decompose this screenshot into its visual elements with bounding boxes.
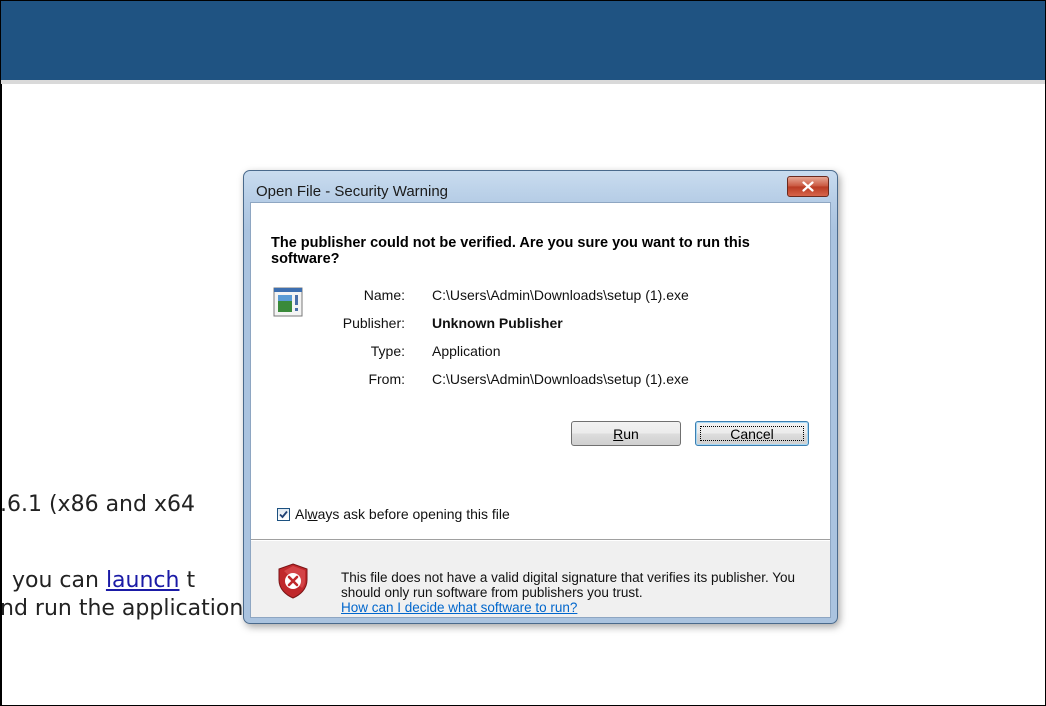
security-warning-dialog: Open File - Security Warning The publish…: [243, 170, 838, 624]
name-value: C:\Users\Admin\Downloads\setup (1).exe: [432, 287, 689, 303]
publisher-row: Publisher: Unknown Publisher: [251, 315, 811, 333]
warning-footer: This file does not have a valid digital …: [251, 541, 830, 617]
name-label: Name:: [363, 287, 405, 303]
run-application-text: nd run the application.: [0, 596, 251, 621]
run-button[interactable]: Run: [571, 421, 681, 446]
launch-link[interactable]: launch: [106, 568, 180, 593]
from-label: From:: [368, 371, 405, 387]
focus-rectangle: [700, 426, 804, 441]
launch-line: you can launch t: [12, 568, 195, 593]
type-row: Type: Application: [251, 343, 811, 361]
launch-suffix: t: [179, 568, 196, 593]
close-button[interactable]: [787, 176, 829, 197]
launch-prefix: you can: [12, 568, 106, 593]
type-value: Application: [432, 343, 501, 359]
help-link[interactable]: How can I decide what software to run?: [341, 600, 577, 615]
warning-headline: The publisher could not be verified. Are…: [271, 235, 750, 267]
close-icon: [802, 181, 814, 192]
from-value: C:\Users\Admin\Downloads\setup (1).exe: [432, 371, 689, 387]
from-row: From: C:\Users\Admin\Downloads\setup (1)…: [251, 371, 811, 389]
warning-text: This file does not have a valid digital …: [341, 570, 796, 600]
warning-message: This file does not have a valid digital …: [341, 570, 811, 615]
publisher-value: Unknown Publisher: [432, 315, 563, 331]
run-button-label: Run: [613, 425, 639, 442]
always-ask-label[interactable]: Always ask before opening this file: [295, 506, 510, 522]
name-row: Name: C:\Users\Admin\Downloads\setup (1)…: [251, 287, 811, 305]
type-label: Type:: [370, 343, 405, 359]
header-divider: [1, 80, 1045, 84]
always-ask-checkbox[interactable]: [277, 508, 290, 521]
cancel-button[interactable]: Cancel: [695, 421, 809, 446]
publisher-label: Publisher:: [342, 315, 405, 331]
dialog-content: The publisher could not be verified. Are…: [250, 202, 831, 618]
dialog-title: Open File - Security Warning: [256, 183, 449, 200]
checkmark-icon: [279, 510, 288, 519]
page-header-banner: [1, 1, 1045, 80]
shield-error-icon: [277, 563, 309, 604]
version-text: .6.1 (x86 and x64: [0, 492, 195, 517]
